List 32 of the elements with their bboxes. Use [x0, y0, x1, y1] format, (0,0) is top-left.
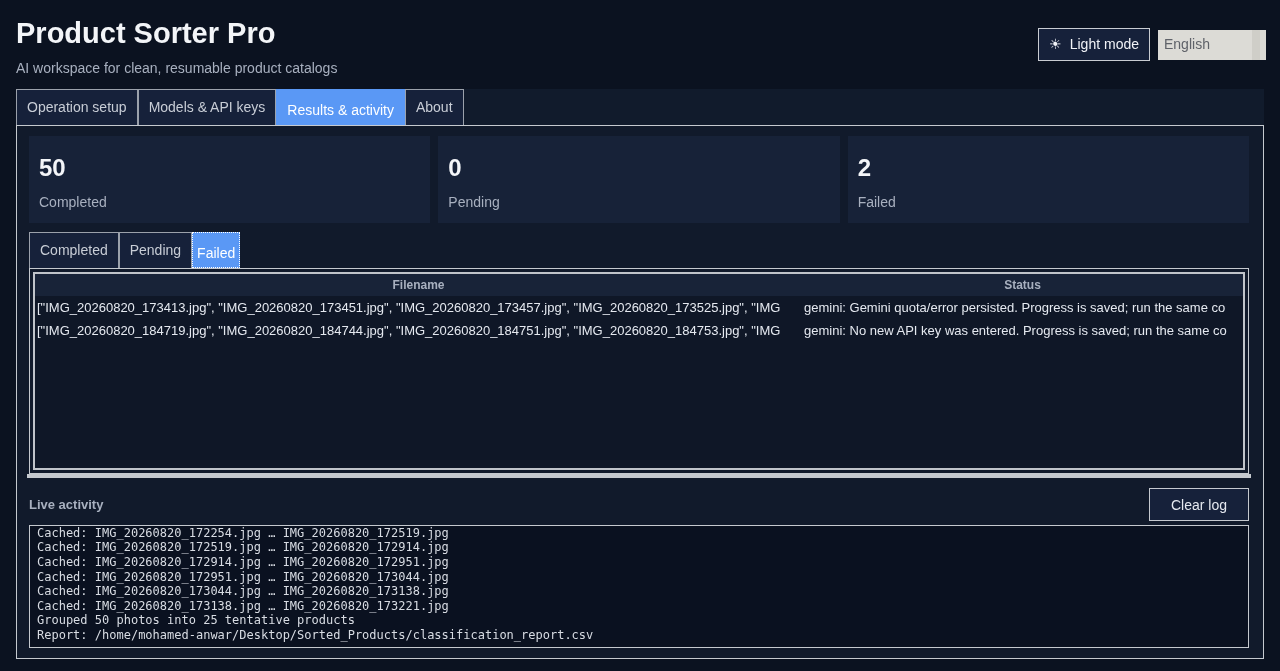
log-line: Cached: IMG_20260820_172951.jpg … IMG_20260820_173044.jpg	[37, 569, 450, 585]
table-cell-text: ["IMG_20260820_184719.jpg", "IMG_20260820_184744.jpg", "IMG_20260820_184751.jpg", "IMG_20260820_184753.jpg", "IMG	[36, 322, 782, 341]
log-line: Grouped 50 photos into 25 tentative products	[37, 613, 356, 629]
log-line: Cached: IMG_20260820_172519.jpg … IMG_20260820_172914.jpg	[37, 540, 450, 556]
stat-value: 50	[39, 152, 67, 183]
column-header: Status	[802, 273, 1243, 296]
clear-log-button[interactable]: Clear log	[1149, 487, 1249, 521]
app-subtitle: AI workspace for clean, resumable product catalogs	[16, 58, 338, 78]
tab[interactable]: Models & API keys	[137, 88, 277, 125]
app-title: Product Sorter Pro	[16, 18, 277, 50]
splitter-handle[interactable]	[27, 473, 1251, 478]
results-tab[interactable]: Completed	[29, 231, 119, 268]
language-select[interactable]: English	[1158, 29, 1266, 60]
log-line: Report: /home/mohamed-anwar/Desktop/Sorted_Products/classification_report.csv	[37, 628, 595, 643]
column-header: Filename	[35, 273, 802, 296]
stat-label: Failed	[857, 192, 897, 212]
stat-label: Pending	[448, 192, 501, 212]
log-line: Cached: IMG_20260820_172914.jpg … IMG_20260820_172951.jpg	[37, 555, 450, 570]
log-line: Cached: IMG_20260820_173044.jpg … IMG_20260820_173138.jpg	[37, 584, 450, 599]
table-cell-text: ["IMG_20260820_173413.jpg", "IMG_20260820_173451.jpg", "IMG_20260820_173457.jpg", "IMG_20260820_173525.jpg", "IMG	[36, 298, 782, 317]
tab[interactable]: About	[404, 88, 464, 125]
log-line: Cached: IMG_20260820_172254.jpg … IMG_20260820_172519.jpg	[37, 525, 450, 541]
table-cell-text: gemini: No new API key was entered. Progress is saved; run the same co	[803, 322, 1228, 341]
log-line: Cached: IMG_20260820_173138.jpg … IMG_20260820_173221.jpg	[37, 598, 450, 614]
table-cell-text: gemini: Gemini quota/error persisted. Progress is saved; run the same co	[803, 298, 1227, 317]
stat-value: 0	[448, 152, 463, 183]
results-tab[interactable]: Pending	[118, 231, 193, 268]
section-title: Live activity	[29, 496, 104, 515]
tab[interactable]: Operation setup	[16, 88, 138, 125]
stat-label: Completed	[39, 192, 108, 212]
stat-value: 2	[857, 152, 872, 183]
theme-toggle-button[interactable]: ☀ Light mode	[1037, 28, 1150, 61]
